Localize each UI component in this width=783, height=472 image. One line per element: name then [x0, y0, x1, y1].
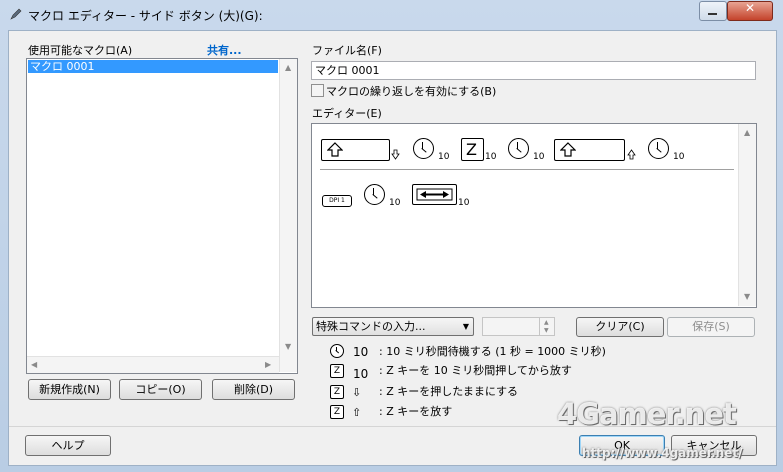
close-icon: ✕: [744, 1, 756, 15]
z-key-icon: Z: [330, 364, 344, 378]
delay-value: 10: [389, 198, 401, 208]
available-macros-label: 使用可能なマクロ(A): [28, 44, 133, 57]
new-macro-button[interactable]: 新規作成(N): [28, 379, 111, 400]
help-button[interactable]: ヘルプ: [25, 435, 111, 456]
delay-value: 10: [438, 152, 450, 162]
watermark-logo: 4Gamer.net: [557, 397, 737, 431]
delay-spinner[interactable]: ▲ ▼: [482, 317, 555, 336]
macro-list-item[interactable]: マクロ 0001: [28, 60, 278, 73]
special-command-select[interactable]: 特殊コマンドの入力... ▼: [312, 317, 474, 336]
arrow-up-icon: [627, 149, 636, 160]
dpi-command[interactable]: DPI 1: [322, 195, 352, 207]
editor-vertical-scrollbar[interactable]: ▲ ▼: [738, 124, 756, 306]
minimize-icon: [708, 13, 717, 15]
legend-press-text: : Z キーを 10 ミリ秒間押してから放す: [379, 364, 572, 377]
scroll-down-icon[interactable]: ▼: [744, 292, 750, 302]
file-name-label: ファイル名(F): [312, 44, 382, 57]
arrow-down-icon: [391, 149, 400, 160]
z-key-label: Z: [466, 140, 477, 159]
scroll-up-icon[interactable]: ▲: [285, 63, 291, 73]
legend-press-value: 10: [353, 367, 369, 381]
z-key-icon: Z: [330, 385, 344, 399]
clock-icon: [330, 344, 344, 358]
close-button[interactable]: ✕: [727, 1, 773, 21]
vertical-scrollbar[interactable]: ▲ ▼: [279, 59, 297, 372]
clock-icon[interactable]: [508, 138, 529, 159]
resize-key[interactable]: [412, 184, 457, 205]
shift-key-down[interactable]: [321, 139, 390, 161]
clock-icon[interactable]: [364, 184, 385, 205]
macro-editor-area[interactable]: 10 Z 10 10 10 DPI 1 10 10 ▲ ▼: [311, 123, 757, 308]
clock-icon[interactable]: [413, 138, 434, 159]
horizontal-scrollbar[interactable]: ◀ ▶: [27, 356, 279, 373]
resize-duration: 10: [458, 198, 470, 208]
arrow-down-icon: ⇩: [352, 386, 362, 399]
shift-key-up[interactable]: [554, 139, 625, 161]
share-link[interactable]: 共有...: [207, 42, 242, 58]
pen-icon: [10, 8, 22, 20]
title-bar: マクロ エディター - サイド ボタン (大)(G): ✕: [0, 0, 783, 30]
legend-release-text: : Z キーを放す: [379, 405, 453, 418]
save-button[interactable]: 保存(S): [667, 317, 755, 337]
watermark-url: http://www.4gamer.net/: [582, 446, 743, 460]
minimize-button[interactable]: [699, 1, 727, 21]
scroll-left-icon[interactable]: ◀: [31, 360, 37, 370]
legend-hold-text: : Z キーを押したままにする: [379, 385, 519, 398]
z-key[interactable]: Z: [461, 138, 484, 161]
editor-label: エディター(E): [312, 107, 382, 120]
resize-icon: [416, 188, 453, 201]
window-title: マクロ エディター - サイド ボタン (大)(G):: [28, 9, 263, 23]
repeat-checkbox[interactable]: [311, 84, 324, 97]
legend-delay-value: 10: [353, 345, 369, 359]
arrow-up-icon: ⇧: [352, 406, 362, 419]
clock-icon[interactable]: [648, 138, 669, 159]
z-key-icon: Z: [330, 405, 344, 419]
scroll-right-icon[interactable]: ▶: [265, 360, 271, 370]
dropdown-arrow-icon: ▼: [462, 322, 469, 331]
delay-value: 10: [533, 152, 545, 162]
macro-editor-window: マクロ エディター - サイド ボタン (大)(G): ✕ 使用可能なマクロ(A…: [0, 0, 783, 472]
spin-down-icon[interactable]: ▼: [544, 326, 549, 336]
delay-value: 10: [673, 152, 685, 162]
shift-icon: [327, 142, 343, 157]
spinner-arrows[interactable]: ▲ ▼: [539, 318, 554, 335]
editor-row-divider: [320, 169, 734, 170]
delete-macro-button[interactable]: 削除(D): [212, 379, 295, 400]
macro-list[interactable]: マクロ 0001 ▲ ▼ ◀ ▶: [26, 58, 298, 374]
scroll-down-icon[interactable]: ▼: [285, 342, 291, 352]
legend-delay-text: : 10 ミリ秒間待機する (1 秒 = 1000 ミリ秒): [379, 345, 606, 358]
shift-icon: [560, 142, 576, 157]
copy-macro-button[interactable]: コピー(O): [119, 379, 202, 400]
clear-button[interactable]: クリア(C): [576, 317, 664, 337]
repeat-label: マクロの繰り返しを有効にする(B): [326, 85, 497, 98]
scroll-up-icon[interactable]: ▲: [744, 128, 750, 138]
special-command-value: 特殊コマンドの入力...: [316, 320, 426, 333]
file-name-input[interactable]: マクロ 0001: [311, 61, 756, 80]
z-key-duration: 10: [485, 152, 497, 162]
